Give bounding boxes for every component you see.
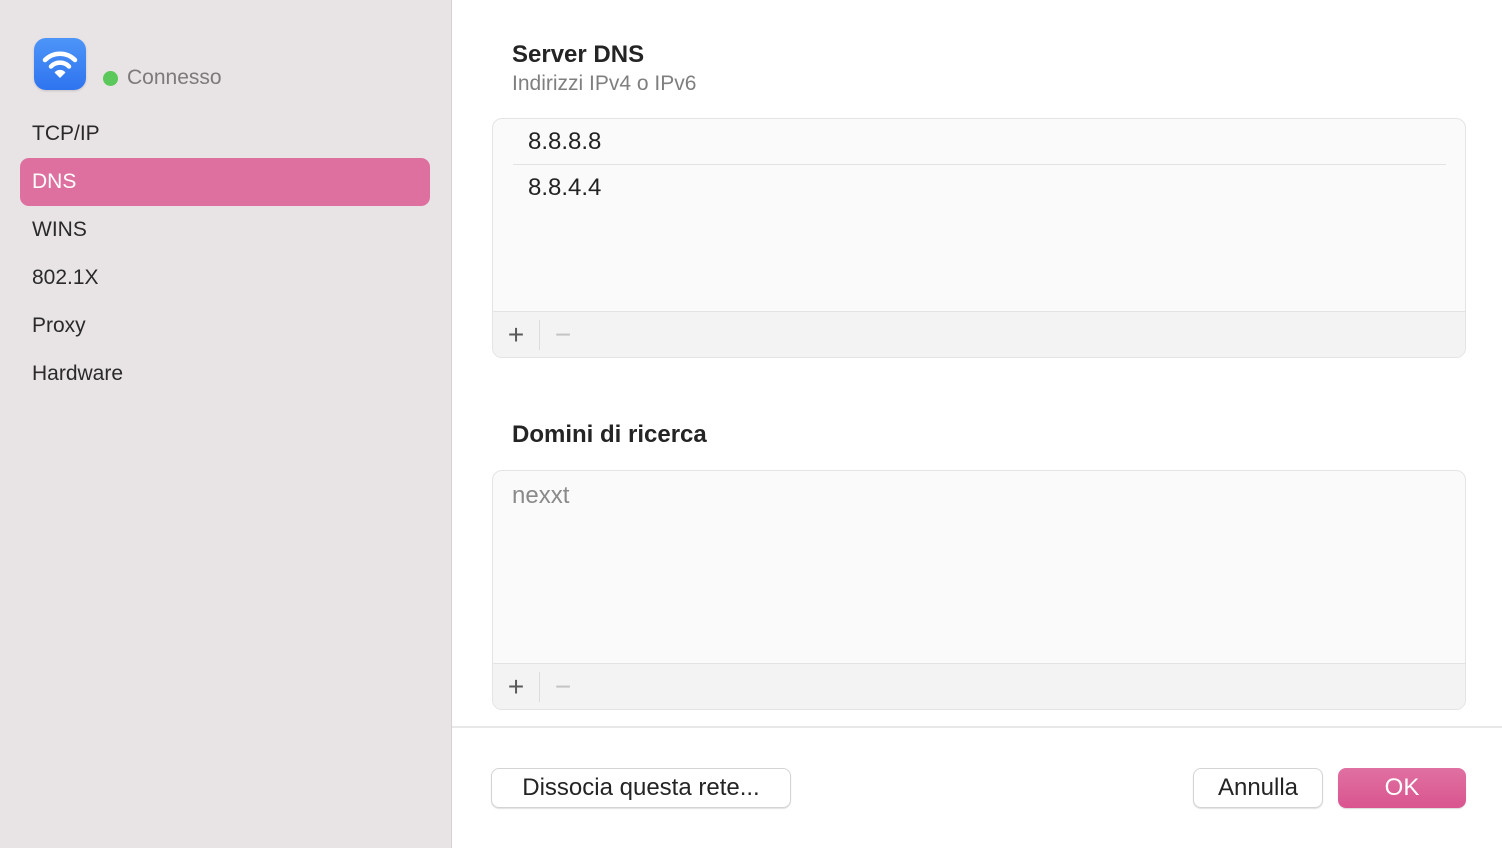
search-domain-placeholder[interactable]: nexxt (493, 471, 1446, 517)
connection-status: Connesso (103, 66, 222, 90)
search-domains-list[interactable]: nexxt + − (492, 470, 1466, 710)
dns-list-controls: + − (493, 311, 1465, 357)
status-dot-icon (103, 70, 118, 86)
sidebar-item-8021x[interactable]: 802.1X (20, 254, 430, 302)
sidebar-item-tcpip[interactable]: TCP/IP (20, 110, 430, 158)
wifi-icon (34, 38, 86, 90)
ok-button[interactable]: OK (1338, 768, 1466, 808)
sidebar-nav: TCP/IP DNS WINS 802.1X Proxy Hardware (20, 110, 430, 398)
dns-servers-list[interactable]: 8.8.8.8 8.8.4.4 + − (492, 118, 1466, 358)
sidebar-item-wins[interactable]: WINS (20, 206, 430, 254)
footer-divider (452, 726, 1502, 728)
dns-servers-subtitle: Indirizzi IPv4 o IPv6 (512, 72, 697, 95)
remove-search-domain-button[interactable]: − (540, 664, 586, 709)
sidebar-item-proxy[interactable]: Proxy (20, 302, 430, 350)
remove-dns-server-button[interactable]: − (540, 312, 586, 357)
status-label: Connesso (127, 66, 222, 89)
search-domains-controls: + − (493, 663, 1465, 709)
sidebar-item-dns[interactable]: DNS (20, 158, 430, 206)
forget-network-button[interactable]: Dissocia questa rete... (491, 768, 791, 808)
dns-server-row[interactable]: 8.8.8.8 (493, 119, 1446, 165)
add-search-domain-button[interactable]: + (493, 664, 539, 709)
main-panel: Server DNS Indirizzi IPv4 o IPv6 8.8.8.8… (452, 0, 1502, 848)
search-domains-title: Domini di ricerca (512, 421, 707, 448)
add-dns-server-button[interactable]: + (493, 312, 539, 357)
dns-servers-title: Server DNS (512, 41, 645, 68)
sidebar: Connesso TCP/IP DNS WINS 802.1X Proxy Ha… (0, 0, 452, 848)
sidebar-item-hardware[interactable]: Hardware (20, 350, 430, 398)
cancel-button[interactable]: Annulla (1193, 768, 1323, 808)
dns-server-row[interactable]: 8.8.4.4 (493, 165, 1446, 211)
